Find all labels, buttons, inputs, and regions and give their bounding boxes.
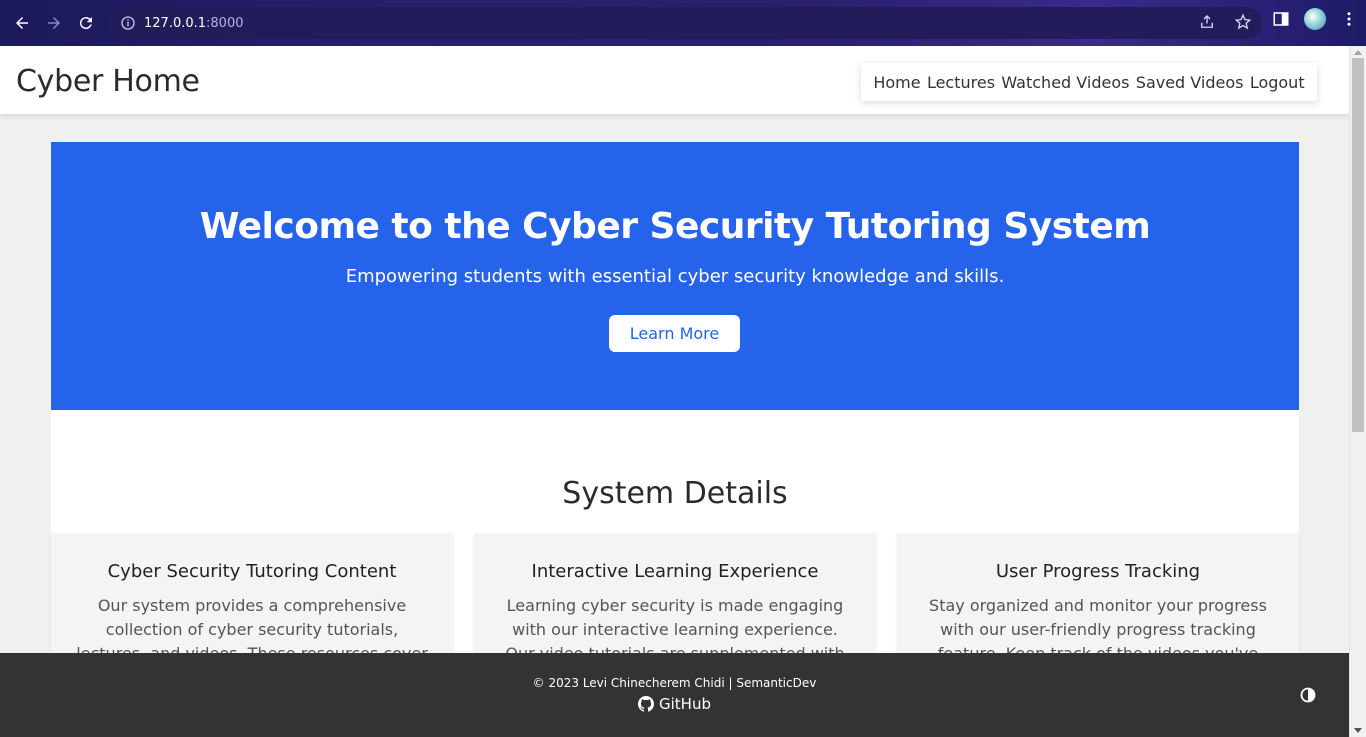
back-arrow-icon[interactable] [6, 7, 38, 39]
section-heading: System Details [562, 476, 788, 511]
copyright-text: © 2023 Levi Chinecherem Chidi | Semantic… [532, 676, 817, 690]
main-nav: Home Lectures Watched Videos Saved Video… [861, 63, 1317, 101]
share-icon[interactable] [1198, 13, 1216, 31]
site-footer: © 2023 Levi Chinecherem Chidi | Semantic… [0, 653, 1349, 737]
forward-arrow-icon[interactable] [38, 7, 70, 39]
scrollbar-thumb[interactable] [1352, 58, 1364, 432]
site-brand[interactable]: Cyber Home [16, 64, 200, 99]
vertical-scrollbar[interactable] [1349, 46, 1366, 737]
hero-banner: Welcome to the Cyber Security Tutoring S… [51, 142, 1299, 410]
card-title: Cyber Security Tutoring Content [107, 561, 397, 582]
github-label: GitHub [659, 695, 711, 713]
nav-watched-videos[interactable]: Watched Videos [1001, 73, 1129, 92]
nav-home[interactable]: Home [873, 73, 920, 92]
profile-avatar[interactable] [1304, 8, 1326, 30]
card-title: User Progress Tracking [995, 561, 1201, 582]
nav-saved-videos[interactable]: Saved Videos [1136, 73, 1244, 92]
github-icon [638, 696, 654, 712]
scroll-up-arrow-icon[interactable] [1354, 50, 1362, 55]
theme-toggle-icon[interactable] [1300, 687, 1316, 703]
address-bar[interactable]: 127.0.0.1 :8000 [108, 7, 1262, 39]
browser-toolbar: 127.0.0.1 :8000 [0, 0, 1366, 46]
reload-icon[interactable] [70, 7, 102, 39]
kebab-menu-icon[interactable] [1340, 10, 1358, 28]
nav-lectures[interactable]: Lectures [927, 73, 995, 92]
card-title: Interactive Learning Experience [531, 561, 819, 582]
hero-subtitle: Empowering students with essential cyber… [345, 266, 1005, 287]
page-viewport: Cyber Home Home Lectures Watched Videos … [0, 46, 1349, 737]
site-info-icon[interactable] [120, 15, 136, 31]
url-host: 127.0.0.1 [144, 15, 207, 31]
side-panel-icon[interactable] [1272, 10, 1290, 28]
nav-logout[interactable]: Logout [1250, 73, 1305, 92]
learn-more-button[interactable]: Learn More [609, 315, 740, 352]
site-header: Cyber Home Home Lectures Watched Videos … [0, 46, 1349, 114]
url-port: :8000 [206, 15, 244, 31]
scroll-down-arrow-icon[interactable] [1354, 728, 1362, 733]
github-link[interactable]: GitHub [0, 695, 1349, 713]
star-icon[interactable] [1234, 13, 1252, 31]
hero-title: Welcome to the Cyber Security Tutoring S… [199, 206, 1151, 247]
